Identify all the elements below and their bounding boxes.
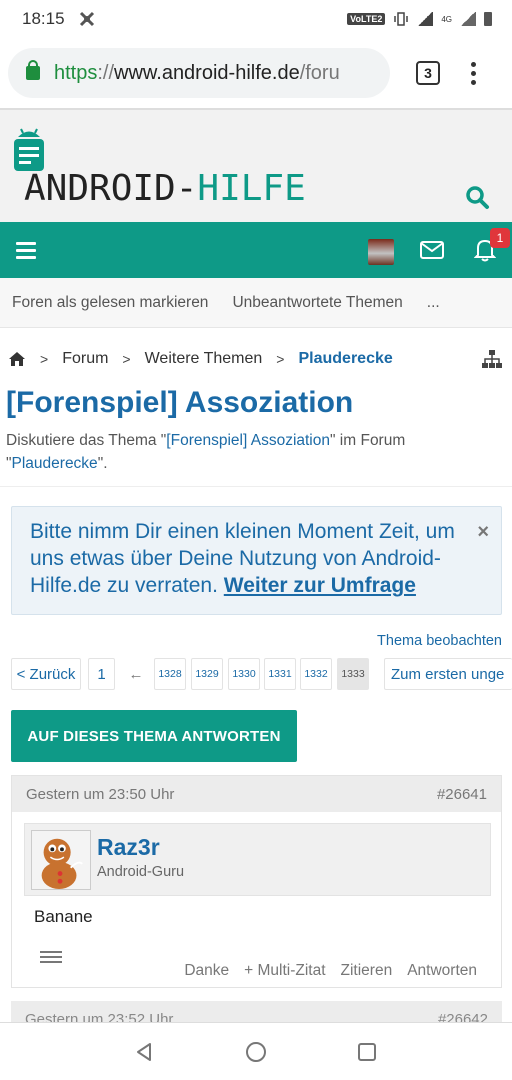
- post-body: Banane: [34, 907, 93, 926]
- thread-description: Diskutiere das Thema "[Forenspiel] Assoz…: [6, 432, 406, 472]
- pager-page[interactable]: 1331: [264, 658, 296, 690]
- post-date[interactable]: Gestern um 23:52 Uhr: [25, 1011, 173, 1022]
- post-menu-icon[interactable]: [40, 951, 62, 963]
- avatar[interactable]: [31, 830, 91, 890]
- subnav-mark-read[interactable]: Foren als gelesen markieren: [12, 294, 208, 312]
- back-icon[interactable]: [134, 1042, 154, 1062]
- user-avatar[interactable]: [368, 239, 394, 265]
- post-date[interactable]: Gestern um 23:50 Uhr: [26, 786, 174, 803]
- subnav-more[interactable]: ...: [427, 294, 440, 312]
- signal-icon-2: [460, 12, 476, 26]
- url-path: /foru: [299, 61, 340, 84]
- pager-page-1[interactable]: 1: [88, 658, 115, 690]
- tab-switcher-button[interactable]: 3: [416, 61, 440, 85]
- watch-thread-link[interactable]: Thema beobachten: [377, 633, 502, 649]
- volte-badge: VoLTE2: [347, 13, 386, 25]
- post-number[interactable]: #26642: [438, 1011, 488, 1022]
- url-separator: ://: [97, 61, 115, 84]
- home-button-icon[interactable]: [246, 1042, 266, 1062]
- mail-icon[interactable]: [420, 241, 444, 259]
- breadcrumb: > Forum > Weitere Themen > Plauderecke: [0, 328, 512, 390]
- site-logo[interactable]: ANDROID-HILFE: [24, 168, 306, 209]
- menu-icon[interactable]: [16, 241, 36, 259]
- pager-prev-button[interactable]: < Zurück: [11, 658, 81, 690]
- user-info: Raz3r Android-Guru: [24, 823, 491, 896]
- status-time: 18:15: [22, 9, 65, 28]
- quote-button[interactable]: Zitieren: [341, 962, 393, 980]
- pager-jump-icon[interactable]: ←: [123, 658, 149, 690]
- home-icon[interactable]: [8, 351, 26, 367]
- user-name[interactable]: Raz3r: [97, 834, 160, 861]
- signal-icon: [417, 12, 434, 26]
- sitemap-icon[interactable]: [482, 350, 502, 368]
- reply-button[interactable]: AUF DIESES THEMA ANTWORTEN: [11, 710, 297, 762]
- site-header: ANDROID-HILFE: [0, 108, 512, 222]
- alert-badge: 1: [490, 228, 510, 248]
- system-navigation-bar: [0, 1022, 512, 1080]
- page-title: [Forenspiel] Assoziation: [6, 386, 354, 419]
- post-actions: Danke + Multi-Zitat Zitieren Antworten: [184, 962, 477, 980]
- search-icon[interactable]: [464, 184, 490, 210]
- forum-link[interactable]: Plauderecke: [12, 455, 98, 472]
- pager-page[interactable]: 1328: [154, 658, 186, 690]
- close-icon[interactable]: ×: [477, 519, 489, 546]
- post: Gestern um 23:50 Uhr #26641 Raz3r Androi…: [11, 775, 502, 988]
- network-type: 4G: [441, 14, 452, 24]
- breadcrumb-forum[interactable]: Forum: [62, 350, 108, 368]
- post-header: Gestern um 23:50 Uhr #26641: [12, 776, 501, 812]
- breadcrumb-weitere-themen[interactable]: Weitere Themen: [145, 350, 263, 368]
- multi-quote-button[interactable]: + Multi-Zitat: [244, 962, 325, 980]
- recent-apps-icon[interactable]: [358, 1043, 376, 1061]
- pager-page[interactable]: 1329: [191, 658, 223, 690]
- vibrate-icon: [394, 12, 409, 26]
- battery-icon: [484, 12, 492, 26]
- pager-page[interactable]: 1330: [228, 658, 260, 690]
- pager-current-page[interactable]: 1333: [337, 658, 369, 690]
- app-notification-icon: [79, 11, 94, 27]
- survey-link[interactable]: Weiter zur Umfrage: [224, 574, 416, 597]
- thread-link[interactable]: [Forenspiel] Assoziation: [166, 432, 330, 449]
- subnav-unanswered[interactable]: Unbeantwortete Themen: [232, 294, 402, 312]
- status-bar: 18:15 VoLTE2 4G: [0, 0, 512, 38]
- chevron-right-icon: >: [122, 351, 131, 367]
- survey-notice: Bitte nimm Dir einen kleinen Moment Zeit…: [11, 506, 502, 615]
- post-number[interactable]: #26641: [437, 786, 487, 803]
- sub-navigation: Foren als gelesen markieren Unbeantworte…: [0, 278, 512, 328]
- breadcrumb-plauderecke[interactable]: Plauderecke: [298, 350, 392, 368]
- url-scheme: https: [54, 61, 98, 84]
- browser-toolbar: https://www.android-hilfe.de/foru 3: [0, 38, 512, 108]
- thanks-button[interactable]: Danke: [184, 962, 229, 980]
- url-host: www.android-hilfe.de: [114, 61, 300, 84]
- thread-content: Bitte nimm Dir einen kleinen Moment Zeit…: [0, 486, 512, 1022]
- reply-post-button[interactable]: Antworten: [407, 962, 477, 980]
- url-bar[interactable]: https://www.android-hilfe.de/foru: [8, 48, 390, 98]
- chevron-right-icon: >: [276, 351, 285, 367]
- chevron-right-icon: >: [40, 351, 49, 367]
- pager-first-unread-button[interactable]: Zum ersten unge: [384, 658, 512, 690]
- lock-icon: [26, 60, 40, 80]
- main-nav-bar: 1: [0, 222, 512, 278]
- pagination: < Zurück 1 ← 1328 1329 1330 1331 1332 13…: [11, 658, 512, 690]
- pager-page[interactable]: 1332: [300, 658, 332, 690]
- browser-menu-icon[interactable]: [470, 61, 476, 85]
- user-title: Android-Guru: [97, 864, 185, 880]
- android-logo-icon[interactable]: [12, 128, 46, 172]
- post-header: Gestern um 23:52 Uhr #26642: [11, 1001, 502, 1022]
